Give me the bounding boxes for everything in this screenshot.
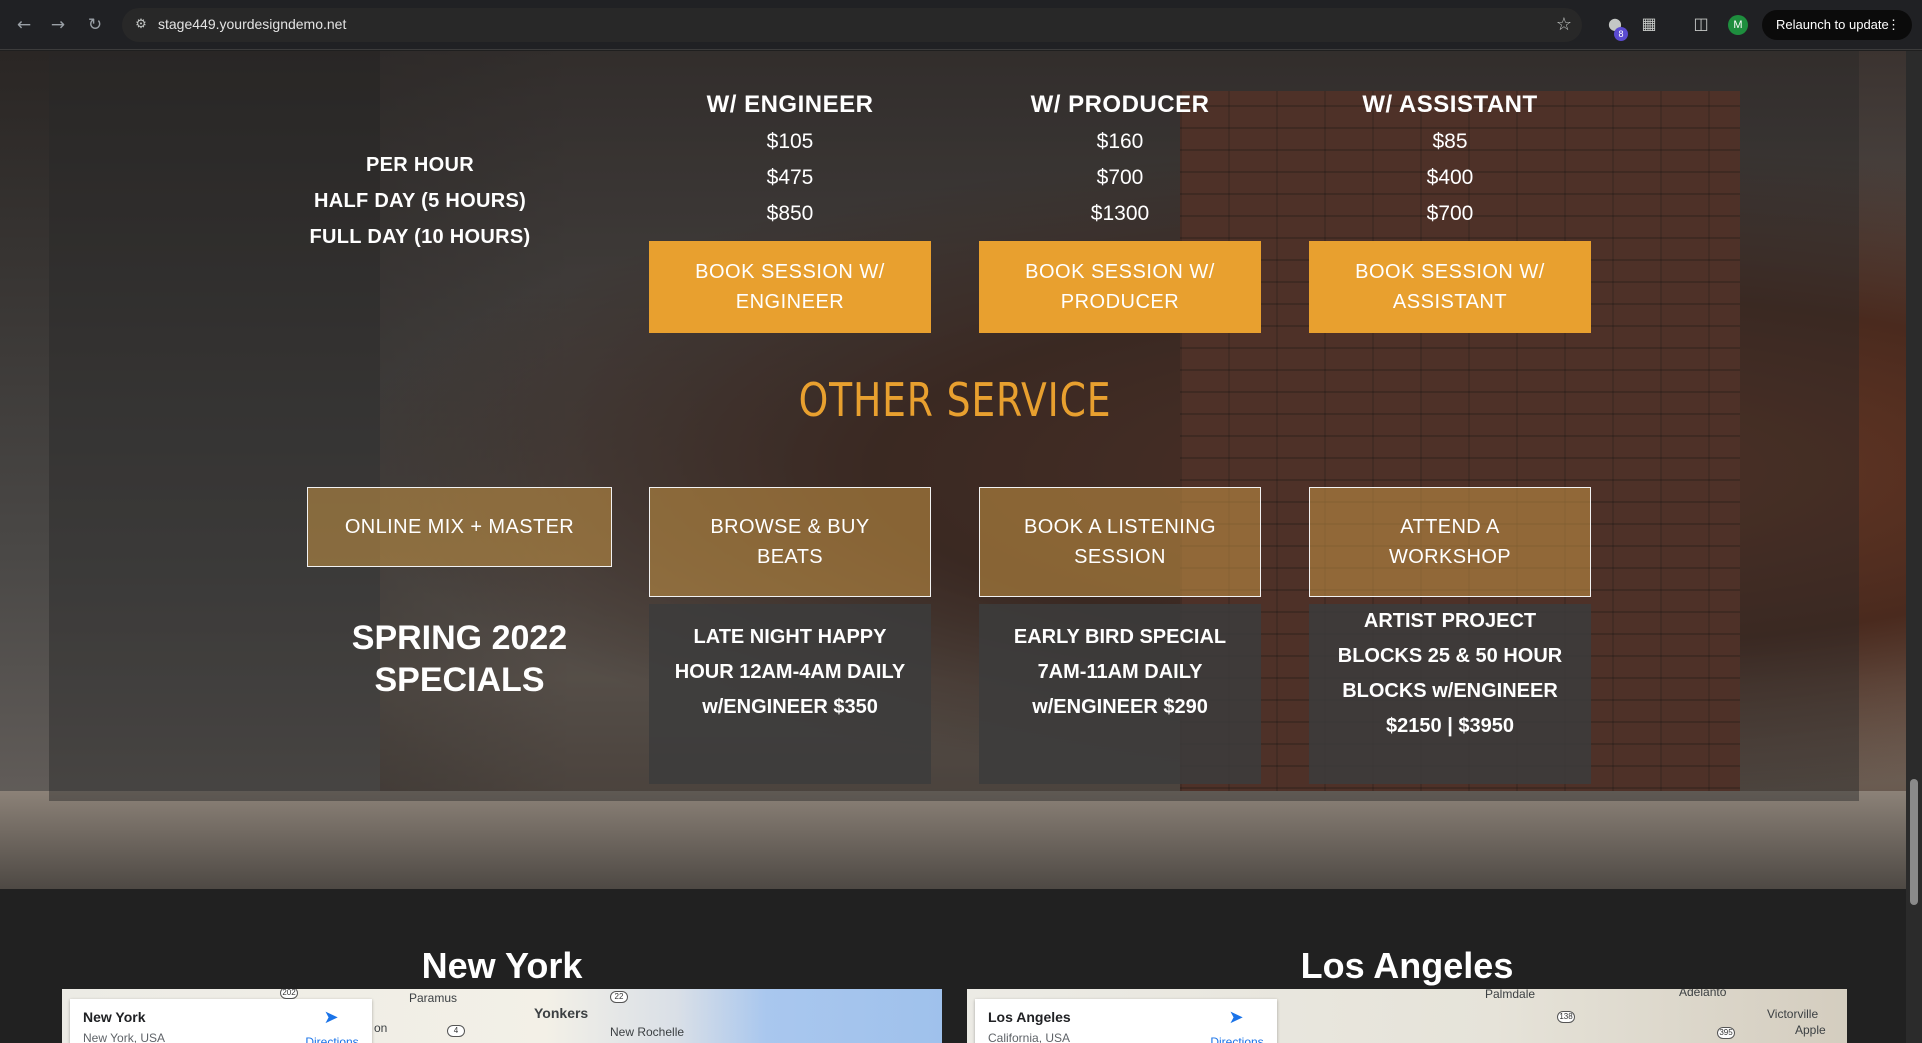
- row-label-half-day: HALF DAY (5 HOURS): [313, 190, 527, 212]
- menu-dots-icon[interactable]: ⋮: [1887, 10, 1900, 40]
- place-subtitle: New York, USA: [83, 1031, 166, 1043]
- column-title: W/ ASSISTANT: [1362, 91, 1538, 118]
- price-full-day: $1300: [1090, 202, 1150, 225]
- pricing-row-labels: PER HOUR HALF DAY (5 HOURS) FULL DAY (10…: [300, 147, 540, 255]
- map-label: Palmdale: [1485, 989, 1536, 1001]
- road-shield: 138: [1557, 1011, 1575, 1023]
- price-per-hour: $85: [1432, 130, 1468, 153]
- price-per-hour: $105: [766, 130, 814, 153]
- price-half-day: $475: [766, 166, 814, 189]
- extension-badge: 8: [1614, 27, 1628, 41]
- url-text[interactable]: stage449.yourdesigndemo.net: [158, 16, 346, 32]
- attend-workshop-button[interactable]: ATTEND A WORKSHOP: [1309, 487, 1591, 597]
- row-label-per-hour: PER HOUR: [366, 154, 474, 176]
- price-half-day: $700: [1096, 166, 1144, 189]
- column-title: W/ PRODUCER: [1030, 91, 1210, 118]
- column-title: W/ ENGINEER: [706, 91, 874, 118]
- map-label: on: [374, 1021, 388, 1035]
- directions-icon[interactable]: ➤: [1225, 1007, 1247, 1029]
- map-place-card: Los Angeles California, USA ➤ Directions: [975, 999, 1277, 1043]
- directions-link[interactable]: Directions: [1207, 1035, 1267, 1043]
- address-bar[interactable]: ⚙ stage449.yourdesigndemo.net ☆: [122, 8, 1582, 42]
- page-scrollbar[interactable]: [1906, 51, 1922, 1043]
- directions-icon[interactable]: ➤: [320, 1007, 342, 1029]
- browser-toolbar: ← → ↻ ⚙ stage449.yourdesigndemo.net ☆ ● …: [0, 0, 1922, 50]
- special-early-bird: EARLY BIRD SPECIAL 7AM-11AM DAILY w/ENGI…: [979, 604, 1261, 784]
- extensions-puzzle-icon[interactable]: ▦: [1638, 13, 1660, 35]
- map-label: Apple: [1795, 1023, 1826, 1037]
- map-los-angeles[interactable]: Palmdale Adelanto Victorville Apple 138 …: [967, 989, 1847, 1043]
- road-shield: 202: [280, 989, 298, 999]
- book-listening-session-button[interactable]: BOOK A LISTENING SESSION: [979, 487, 1261, 597]
- price-column-producer: W/ PRODUCER $160 $700 $1300: [979, 86, 1261, 232]
- city-heading-new-york: New York: [421, 945, 583, 986]
- bookmark-star-icon[interactable]: ☆: [1556, 14, 1572, 35]
- price-full-day: $850: [766, 202, 814, 225]
- other-service-heading: OTHER SERVICE: [798, 373, 1112, 427]
- page-viewport: PER HOUR HALF DAY (5 HOURS) FULL DAY (10…: [0, 51, 1906, 1043]
- place-name: Los Angeles: [988, 1009, 1071, 1025]
- price-per-hour: $160: [1096, 130, 1144, 153]
- reload-icon[interactable]: ↻: [83, 13, 107, 37]
- price-column-assistant: W/ ASSISTANT $85 $400 $700: [1309, 86, 1591, 232]
- site-info-icon[interactable]: ⚙: [132, 16, 150, 34]
- place-name: New York: [83, 1009, 146, 1025]
- price-full-day: $700: [1426, 202, 1474, 225]
- map-label: Adelanto: [1679, 989, 1727, 999]
- place-subtitle: California, USA: [988, 1031, 1071, 1043]
- map-place-card: New York New York, USA ➤ Directions: [70, 999, 372, 1043]
- scrollbar-thumb[interactable]: [1910, 779, 1918, 905]
- map-label: Yonkers: [534, 1005, 589, 1021]
- book-session-assistant-button[interactable]: BOOK SESSION W/ ASSISTANT: [1309, 241, 1591, 333]
- hero-background: PER HOUR HALF DAY (5 HOURS) FULL DAY (10…: [0, 51, 1906, 889]
- book-session-engineer-button[interactable]: BOOK SESSION W/ ENGINEER: [649, 241, 931, 333]
- browse-buy-beats-button[interactable]: BROWSE & BUY BEATS: [649, 487, 931, 597]
- relaunch-label: Relaunch to update: [1776, 17, 1889, 32]
- special-artist-project: ARTIST PROJECT BLOCKS 25 & 50 HOUR BLOCK…: [1309, 604, 1591, 784]
- city-heading-los-angeles: Los Angeles: [1300, 945, 1514, 986]
- map-label: New Rochelle: [610, 1025, 685, 1039]
- side-panel-icon[interactable]: ◫: [1690, 13, 1712, 35]
- back-icon[interactable]: ←: [12, 13, 36, 37]
- map-label: Paramus: [409, 991, 458, 1005]
- price-column-engineer: W/ ENGINEER $105 $475 $850: [649, 86, 931, 232]
- online-mix-master-button[interactable]: ONLINE MIX + MASTER: [307, 487, 612, 567]
- book-session-producer-button[interactable]: BOOK SESSION W/ PRODUCER: [979, 241, 1261, 333]
- relaunch-button[interactable]: Relaunch to update ⋮: [1762, 10, 1912, 40]
- map-new-york[interactable]: Paramus Yonkers New Rochelle on 202 22 4…: [62, 989, 942, 1043]
- forward-icon[interactable]: →: [46, 13, 70, 37]
- price-half-day: $400: [1426, 166, 1474, 189]
- row-label-full-day: FULL DAY (10 HOURS): [309, 226, 531, 248]
- map-label: Victorville: [1767, 1007, 1819, 1021]
- road-shield: 22: [610, 991, 628, 1003]
- road-shield: 395: [1717, 1027, 1735, 1039]
- specials-heading: SPRING 2022 SPECIALS: [351, 619, 568, 699]
- profile-avatar[interactable]: M: [1728, 15, 1748, 35]
- directions-link[interactable]: Directions: [302, 1035, 362, 1043]
- locations-section: New York Los Angeles Paramus Yonkers New…: [0, 889, 1906, 1043]
- special-late-night: LATE NIGHT HAPPY HOUR 12AM-4AM DAILY w/E…: [649, 604, 931, 784]
- road-shield: 4: [447, 1025, 465, 1037]
- studio-floor: [0, 791, 1906, 889]
